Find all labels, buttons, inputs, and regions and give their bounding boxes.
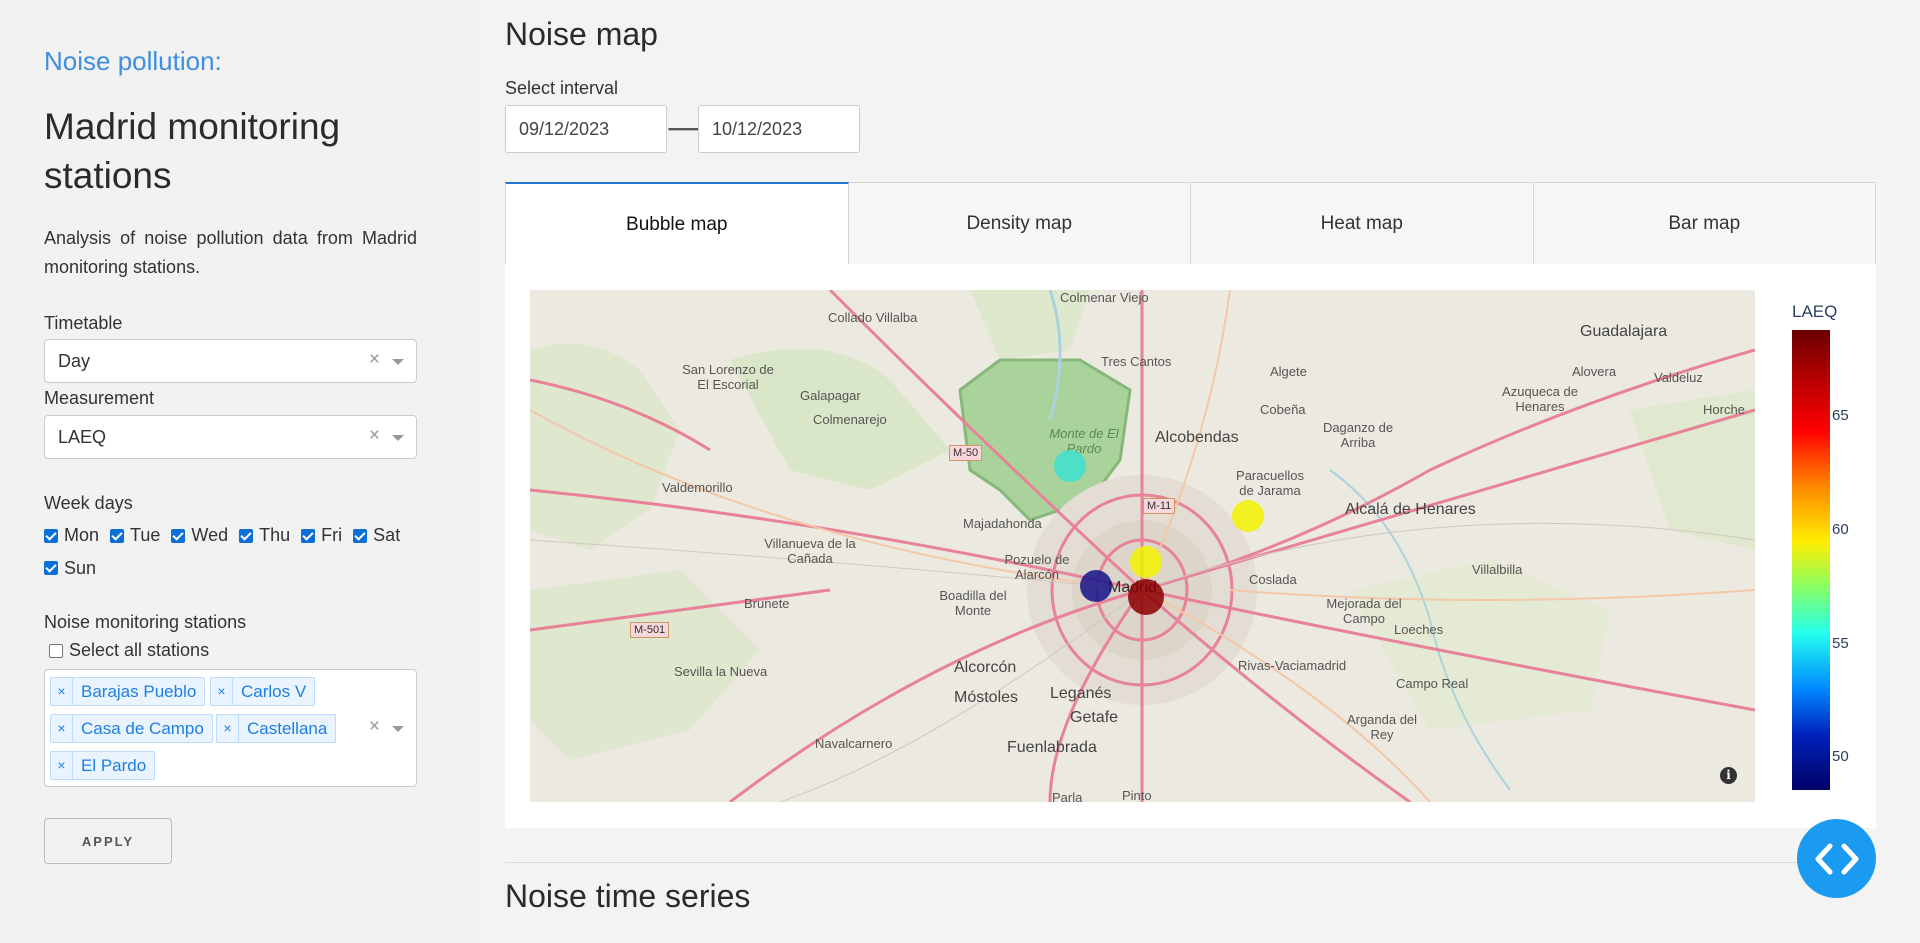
checkbox-icon[interactable]	[171, 528, 186, 543]
divider	[505, 862, 1876, 863]
colorbar-title: LAEQ	[1792, 302, 1838, 321]
checkbox-icon[interactable]	[44, 561, 58, 575]
day-checkbox-wed[interactable]: Wed	[171, 520, 228, 551]
station-tag: × Barajas Pueblo	[50, 677, 206, 706]
measurement-select[interactable]: LAEQ ×	[44, 415, 417, 459]
sidebar-description: Analysis of noise pollution data from Ma…	[44, 228, 417, 277]
day-checkbox-sun[interactable]: Sun	[44, 553, 96, 584]
week-days-label: Week days	[44, 493, 133, 513]
checkbox-icon[interactable]	[110, 528, 125, 543]
measurement-value: LAEQ	[58, 427, 107, 447]
checkbox-icon[interactable]	[49, 643, 63, 658]
station-tag: × Carlos V	[210, 677, 316, 706]
day-checkbox-sat[interactable]: Sat	[353, 520, 400, 551]
checkbox-icon[interactable]	[44, 528, 58, 543]
day-checkbox-mon[interactable]: Mon	[44, 520, 99, 551]
bubble-barajas-pueblo[interactable]	[1232, 500, 1264, 532]
bubble-carlos-v[interactable]	[1128, 579, 1164, 615]
day-checkbox-thu[interactable]: Thu	[239, 520, 290, 551]
select-all-stations-checkbox[interactable]: Select all stations	[49, 640, 209, 661]
chevron-down-icon[interactable]	[392, 726, 404, 732]
clear-icon[interactable]: ×	[369, 425, 380, 447]
bubble-layer	[1054, 450, 1264, 615]
tab-density-map[interactable]: Density map	[848, 182, 1191, 265]
station-tag: × Casa de Campo	[50, 714, 213, 743]
page-title: Noise map	[505, 16, 658, 52]
colorbar-tick: 50	[1832, 748, 1849, 765]
checkbox-icon[interactable]	[301, 528, 316, 543]
remove-tag-icon[interactable]: ×	[51, 752, 73, 779]
end-date-input[interactable]: 10/12/2023	[698, 105, 860, 153]
week-days-checklist: Mon Tue Wed Thu Fri Sat Sun	[44, 520, 424, 585]
code-toggle-button[interactable]	[1797, 819, 1876, 898]
checkbox-icon[interactable]	[239, 528, 254, 543]
remove-tag-icon[interactable]: ×	[51, 678, 73, 705]
tab-heat-map[interactable]: Heat map	[1191, 182, 1534, 265]
map-panel: Colmenar Viejo Collado Villalba San Lore…	[505, 264, 1876, 828]
code-icon	[1815, 843, 1858, 874]
bubble-castellana[interactable]	[1130, 546, 1162, 578]
interval-label: Select interval	[505, 78, 619, 98]
bubble-casa-de-campo[interactable]	[1080, 570, 1112, 602]
station-tag: × Castellana	[216, 714, 337, 743]
clear-icon[interactable]: ×	[369, 716, 380, 738]
sidebar: Noise pollution: Madrid monitoring stati…	[0, 0, 480, 943]
start-date-input[interactable]: 09/12/2023	[505, 105, 667, 153]
timetable-label: Timetable	[44, 313, 123, 333]
section-title: Noise time series	[505, 878, 751, 914]
apply-button[interactable]: APPLY	[44, 818, 172, 864]
chevron-down-icon[interactable]	[392, 359, 404, 365]
chevron-down-icon[interactable]	[392, 435, 404, 441]
colorbar-tick: 65	[1832, 407, 1849, 424]
station-tag: × El Pardo	[50, 751, 156, 780]
colorbar-tick: 55	[1832, 635, 1849, 652]
measurement-label: Measurement	[44, 388, 155, 408]
clear-icon[interactable]: ×	[369, 349, 380, 371]
sidebar-subtitle: Noise pollution:	[44, 46, 222, 76]
remove-tag-icon[interactable]: ×	[211, 678, 233, 705]
remove-tag-icon[interactable]: ×	[51, 715, 73, 742]
sidebar-title: Madrid monitoring stations	[44, 106, 341, 196]
day-checkbox-fri[interactable]: Fri	[301, 520, 342, 551]
tab-bubble-map[interactable]: Bubble map	[505, 182, 849, 265]
info-icon[interactable]: i	[1720, 767, 1737, 784]
bubble-el-pardo[interactable]	[1054, 450, 1086, 482]
colorbar-tick: 60	[1832, 521, 1849, 538]
stations-multiselect[interactable]: × Barajas Pueblo × Carlos V × Casa de Campo…	[44, 669, 417, 787]
tab-bar-map[interactable]: Bar map	[1533, 182, 1876, 265]
remove-tag-icon[interactable]: ×	[217, 715, 239, 742]
colorbar	[1792, 330, 1830, 790]
map-tabs: Bubble map Density map Heat map Bar map	[505, 182, 1876, 265]
timetable-value: Day	[58, 351, 91, 371]
bubble-map[interactable]: Colmenar Viejo Collado Villalba San Lore…	[530, 290, 1755, 802]
stations-label: Noise monitoring stations	[44, 612, 247, 632]
day-checkbox-tue[interactable]: Tue	[110, 520, 160, 551]
timetable-select[interactable]: Day ×	[44, 339, 417, 383]
checkbox-icon[interactable]	[353, 528, 368, 543]
